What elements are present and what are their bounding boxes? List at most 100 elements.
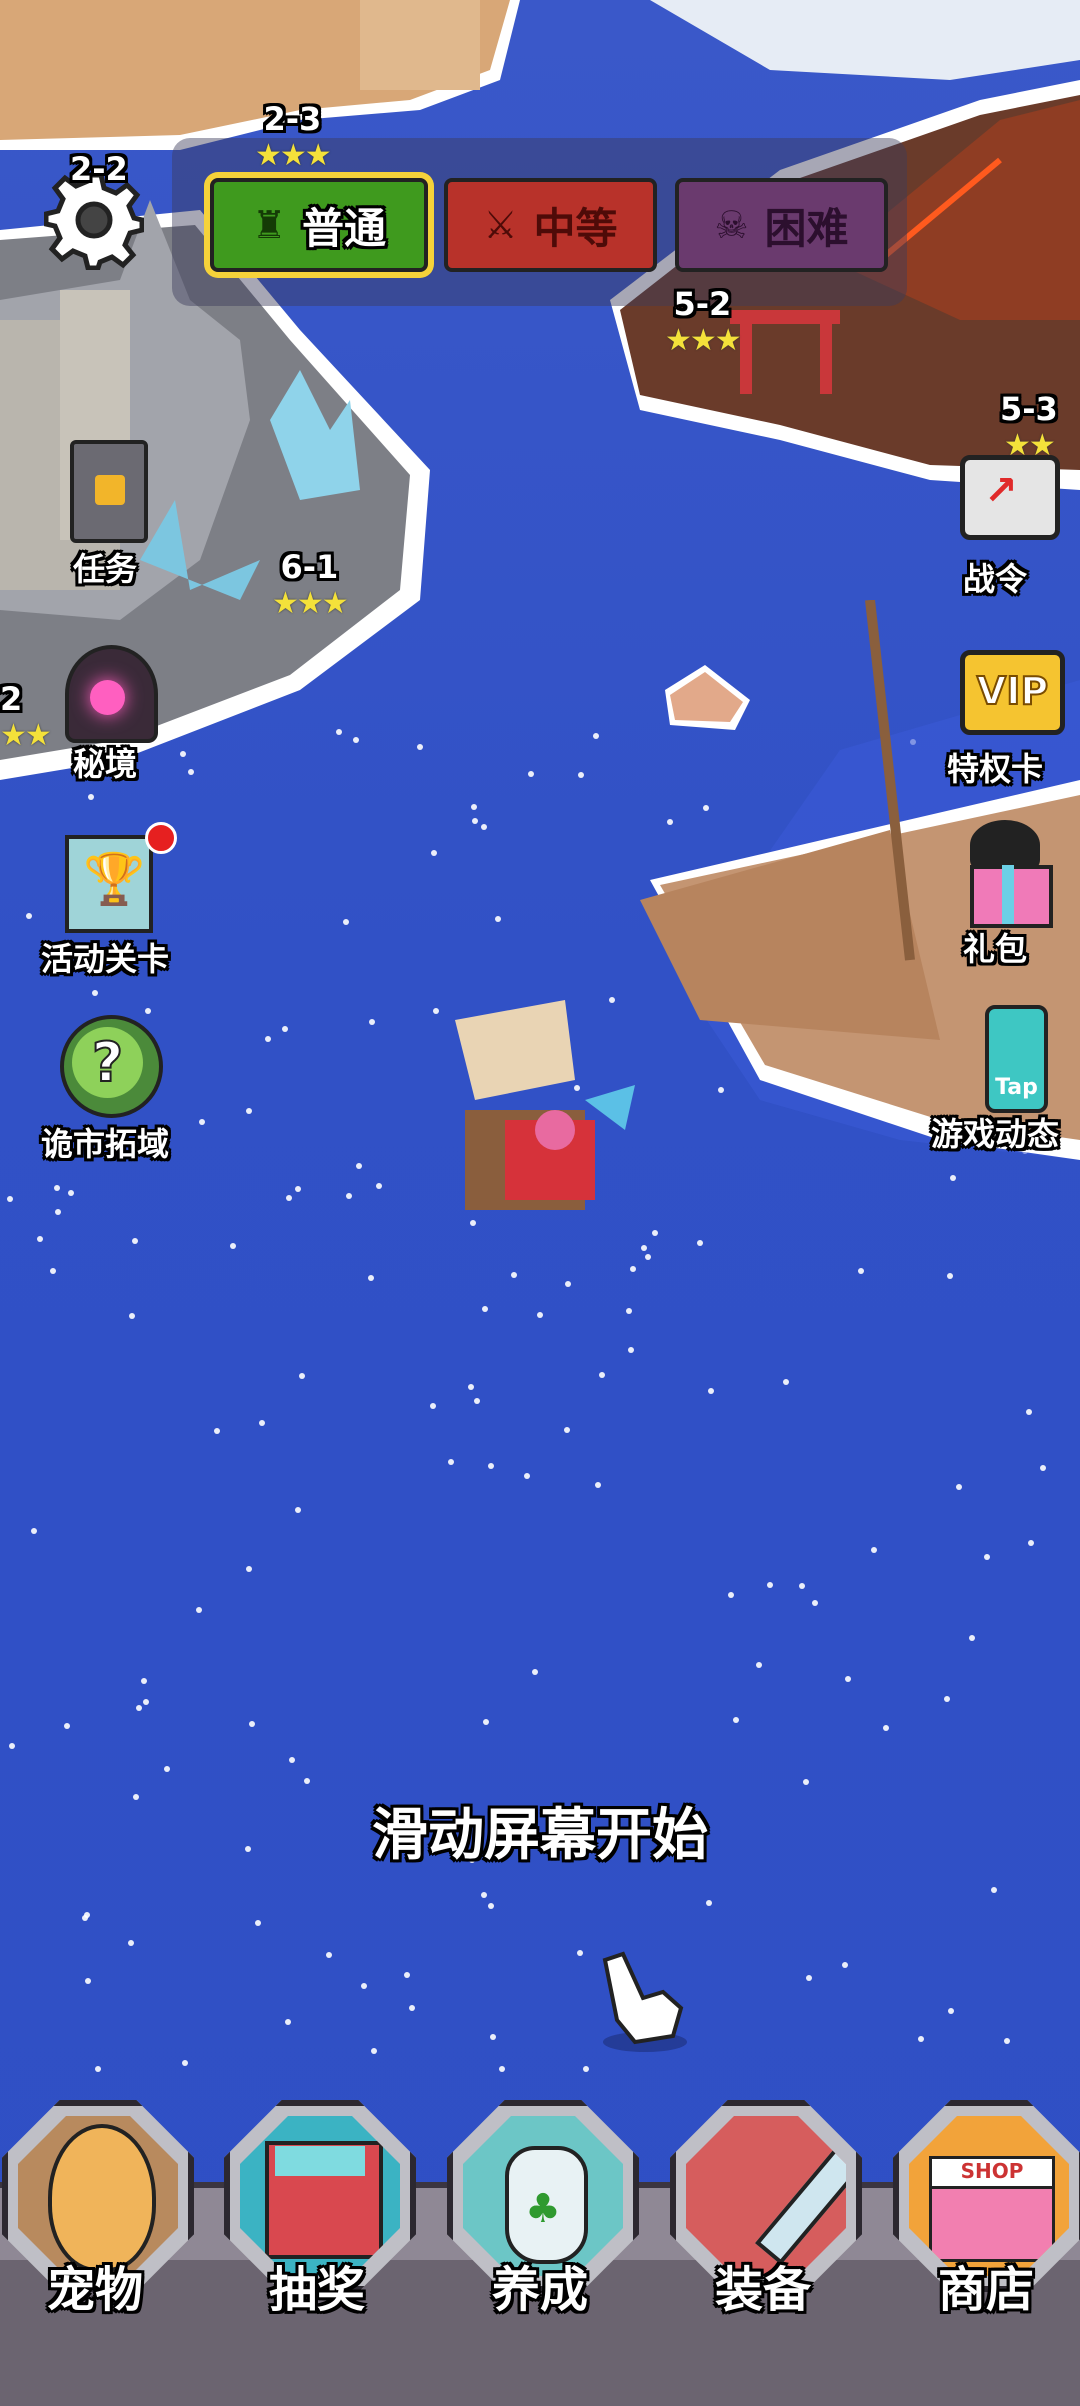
snow-speck — [128, 1940, 134, 1946]
snow-speck — [871, 1547, 877, 1553]
difficulty-medium-label: 中等 — [533, 203, 618, 253]
nav-equip-button[interactable]: 装备 — [670, 2100, 862, 2320]
task-button[interactable]: 任务 — [20, 440, 190, 590]
snow-speck — [164, 1766, 170, 1772]
snow-speck — [409, 2005, 415, 2011]
level-label: 6-1 — [280, 548, 339, 586]
snow-speck — [488, 1903, 494, 1909]
snow-speck — [991, 1887, 997, 1893]
event-stage-button[interactable]: 🏆 活动关卡 — [20, 822, 190, 980]
snow-speck — [481, 824, 487, 830]
snow-speck — [182, 2060, 188, 2066]
tap-badge-text: Tap — [995, 1075, 1038, 1100]
level-marker-5-2[interactable]: 5-2 ★★★ — [665, 285, 742, 358]
weird-market-button[interactable]: ? 诡市拓域 — [20, 1015, 190, 1165]
difficulty-medium-button[interactable]: ⚔ 中等 — [444, 178, 657, 272]
snow-speck — [948, 2008, 954, 2014]
snow-speck — [577, 1950, 583, 1956]
snow-speck — [265, 1036, 271, 1042]
snow-speck — [499, 2066, 505, 2072]
nav-lottery-label: 抽奖 — [268, 2262, 365, 2318]
snow-speck — [918, 2036, 924, 2042]
snow-speck — [984, 1554, 990, 1560]
snow-speck — [295, 1507, 301, 1513]
vip-badge-text: VIP — [976, 668, 1049, 714]
snow-speck — [883, 1725, 889, 1731]
nav-nurture-button[interactable]: ♣ 养成 — [447, 2100, 639, 2320]
snow-speck — [728, 1592, 734, 1598]
snow-speck — [356, 1163, 362, 1169]
vip-card-button[interactable]: VIP 特权卡 — [910, 640, 1080, 790]
snow-speck — [199, 1119, 205, 1125]
snow-speck — [304, 1778, 310, 1784]
level-label: 2-3 — [263, 100, 322, 138]
player-boat — [455, 1000, 635, 1210]
snow-speck — [9, 1743, 15, 1749]
snow-speck — [431, 850, 437, 856]
snow-speck — [95, 2066, 101, 2072]
snow-speck — [295, 1186, 301, 1192]
battle-pass-button[interactable]: ↗ 战令 — [910, 450, 1080, 600]
snow-speck — [343, 919, 349, 925]
weird-market-label: 诡市拓域 — [40, 1125, 169, 1163]
gift-pack-button[interactable]: 礼包 — [910, 820, 1080, 970]
snow-speck — [246, 1566, 252, 1572]
snow-speck — [468, 1384, 474, 1390]
snow-speck — [448, 1459, 454, 1465]
question-mark-icon: ? — [50, 1015, 163, 1125]
secret-realm-button[interactable]: 秘境 — [20, 635, 190, 785]
phone-tap-icon: Tap — [940, 1005, 1050, 1115]
snow-speck — [230, 1243, 236, 1249]
snow-speck — [488, 1463, 494, 1469]
castle-icon: ♜ — [251, 203, 287, 247]
nav-shop-button[interactable]: SHOP 商店 — [893, 2100, 1080, 2320]
snow-speck — [524, 1473, 530, 1479]
snow-speck — [969, 1635, 975, 1641]
snow-speck — [947, 1273, 953, 1279]
snow-speck — [129, 1313, 135, 1319]
snow-speck — [64, 1723, 70, 1729]
level-marker-2-3[interactable]: 2-3 ★★★ — [255, 100, 332, 173]
snow-speck — [326, 1952, 332, 1958]
vip-card-label: 特权卡 — [946, 750, 1043, 788]
nav-pet-label: 宠物 — [46, 2262, 143, 2318]
snow-speck — [481, 1892, 487, 1898]
snow-speck — [37, 1236, 43, 1242]
snow-speck — [482, 1306, 488, 1312]
shop-sign-text: SHOP — [929, 2156, 1055, 2190]
snow-speck — [31, 1528, 37, 1534]
difficulty-normal-button[interactable]: ♜ 普通 — [210, 178, 428, 272]
level-marker-6-1[interactable]: 6-1 ★★★ — [272, 548, 349, 621]
snow-speck — [564, 1427, 570, 1433]
snow-speck — [595, 1482, 601, 1488]
level-label: 5-3 — [1000, 390, 1058, 428]
snow-speck — [433, 1008, 439, 1014]
difficulty-hard-button[interactable]: ☠ 困难 — [675, 178, 888, 272]
game-news-button[interactable]: Tap 游戏动态 — [910, 1005, 1080, 1155]
game-news-label: 游戏动态 — [930, 1115, 1059, 1153]
level-marker-2-2[interactable]: 2-2 — [70, 150, 128, 188]
snow-speck — [599, 1372, 605, 1378]
nav-shop-label: 商店 — [937, 2262, 1034, 2318]
snow-speck — [1026, 1409, 1032, 1415]
snow-speck — [361, 1983, 367, 1989]
snow-speck — [528, 771, 534, 777]
small-rock — [665, 665, 750, 730]
snow-speck — [474, 1398, 480, 1404]
snow-speck — [376, 1183, 382, 1189]
snow-speck — [346, 1193, 352, 1199]
snow-speck — [50, 1268, 56, 1274]
snow-speck — [733, 1717, 739, 1723]
level-label: 5-2 — [673, 285, 732, 323]
snow-speck — [858, 1268, 864, 1274]
task-label: 任务 — [72, 550, 137, 588]
snow-speck — [371, 2048, 377, 2054]
snow-speck — [404, 1972, 410, 1978]
nav-lottery-button[interactable]: 抽奖 — [224, 2100, 416, 2320]
snow-speck — [767, 1582, 773, 1588]
snow-speck — [92, 990, 98, 996]
nav-pet-button[interactable]: 宠物 — [2, 2100, 194, 2320]
snow-speck — [472, 818, 478, 824]
vip-card-icon: VIP — [940, 640, 1065, 750]
level-stars: ★★★ — [272, 586, 349, 621]
